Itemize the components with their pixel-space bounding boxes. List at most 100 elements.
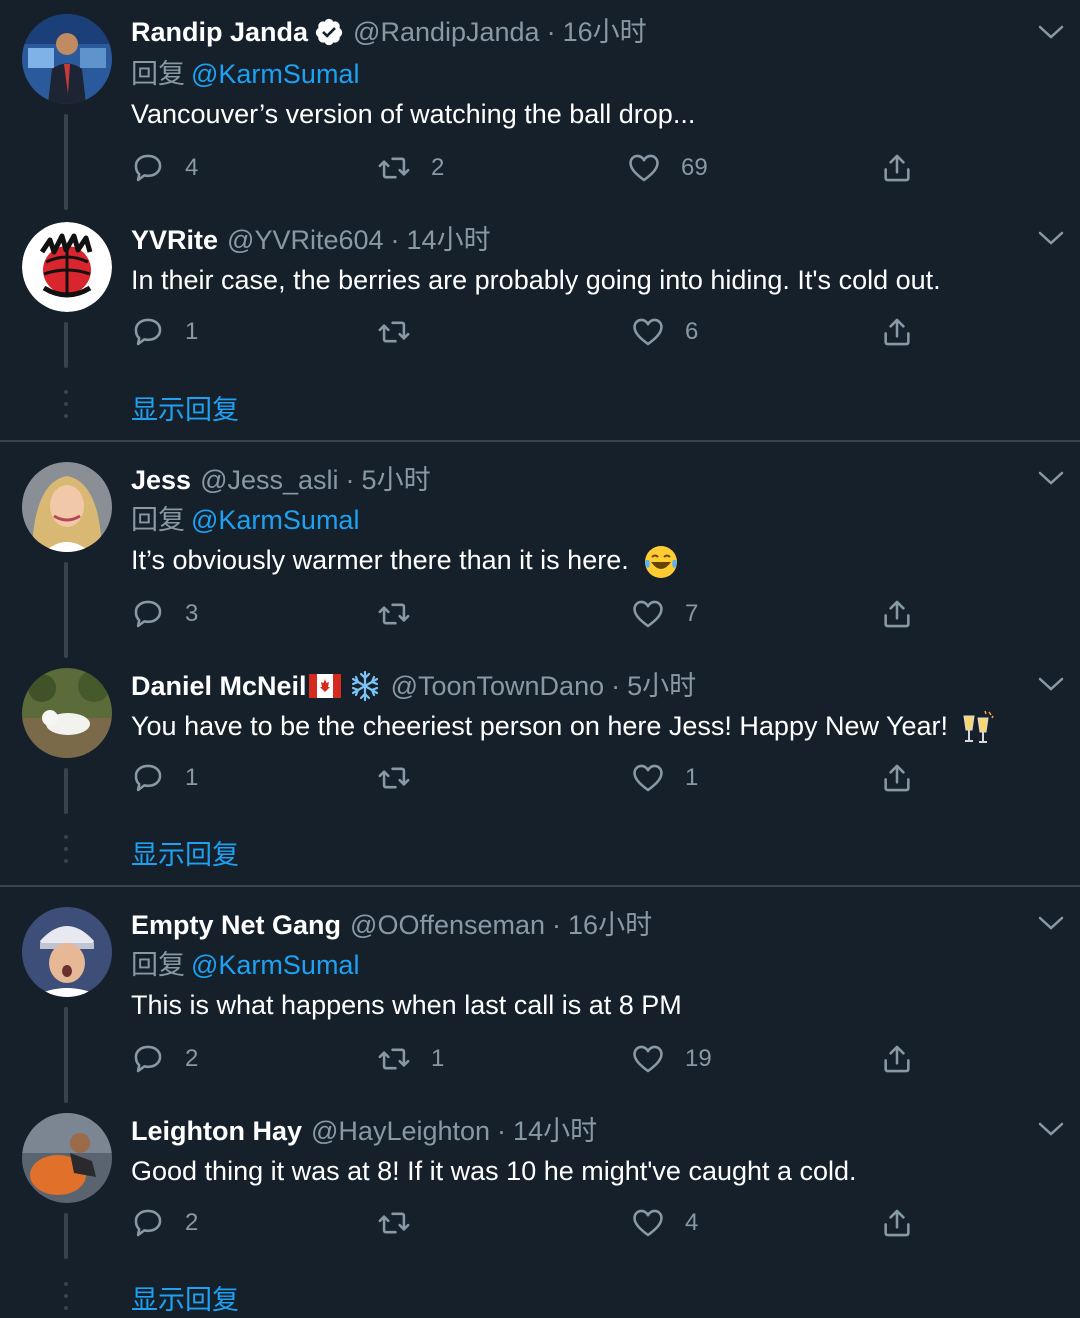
reply-count: 2 [185,1045,199,1072]
retweet-button[interactable]: 1 [377,1039,444,1079]
tweet[interactable]: Randip Janda @RandipJanda · 16小时 回复 @Karm… [0,0,1080,210]
heart-icon [633,1045,663,1073]
like-button[interactable]: 69 [627,148,708,188]
tweet-header: Jess @Jess_asli · 5小时 [131,462,1020,498]
retweet-icon [378,1212,410,1234]
reply-button[interactable]: 4 [131,148,198,188]
share-button[interactable] [880,148,914,188]
timestamp[interactable]: 14小时 [513,1113,597,1149]
timestamp[interactable]: 5小时 [627,668,696,704]
retweet-button[interactable] [377,758,431,798]
share-icon [884,154,910,182]
avatar[interactable] [22,1113,112,1203]
share-button[interactable] [880,312,914,352]
display-name[interactable]: Leighton Hay [131,1113,302,1149]
tweet-header: Daniel McNeil @ToonTownDano · 5小时 [131,668,1040,704]
reply-button[interactable]: 1 [131,758,198,798]
tweet-actions: 1 6 [131,312,931,352]
chevron-down-icon[interactable] [1036,674,1066,694]
handle[interactable]: @OOffenseman [350,907,545,943]
reply-button[interactable]: 2 [131,1039,198,1079]
timestamp[interactable]: 16小时 [563,14,647,50]
display-name[interactable]: Daniel McNeil [131,668,307,704]
heart-icon [629,154,659,182]
reply-button[interactable]: 3 [131,594,198,634]
reply-prefix: 回复 [131,59,185,89]
retweet-icon [378,603,410,625]
avatar[interactable] [22,907,112,997]
like-count: 69 [681,154,708,181]
reply-context: 回复 @KarmSumal [131,500,1020,540]
tweet-text: You have to be the cheeriest person on h… [131,711,949,741]
avatar[interactable] [22,462,112,552]
avatar[interactable] [22,668,112,758]
heart-icon [633,1209,663,1237]
display-name[interactable]: Empty Net Gang [131,907,341,943]
mention-link[interactable]: @KarmSumal [191,505,359,535]
thread-connector [64,1213,68,1259]
tweet-text-row: It’s obviously warmer there than it is h… [131,540,1020,580]
reply-icon [134,1045,162,1073]
display-name[interactable]: YVRite [131,222,218,258]
mention-link[interactable]: @KarmSumal [191,950,359,980]
tweet-content: Daniel McNeil @ToonTownDano · 5小时 You ha… [131,668,1040,746]
retweet-icon [378,767,410,789]
share-button[interactable] [880,1039,914,1079]
handle[interactable]: @ToonTownDano [391,668,605,704]
handle[interactable]: @Jess_asli [200,462,338,498]
share-button[interactable] [880,1203,914,1243]
show-replies-link[interactable]: 显示回复 [131,1278,239,1317]
reply-count: 4 [185,154,199,181]
retweet-count: 1 [431,1045,445,1072]
share-icon [884,764,910,792]
tweet[interactable]: Daniel McNeil @ToonTownDano · 5小时 You ha… [0,656,1080,814]
snowflake-icon [351,670,378,702]
tweet-content: Empty Net Gang @OOffenseman · 16小时 回复 @Ka… [131,907,1020,1025]
share-button[interactable] [880,594,914,634]
chevron-down-icon[interactable] [1036,468,1066,488]
reply-icon [134,764,162,792]
retweet-icon [378,157,410,179]
chevron-down-icon[interactable] [1036,228,1066,248]
tweet-actions: 2 1 19 [131,1039,931,1079]
retweet-button[interactable] [377,312,431,352]
chevron-down-icon[interactable] [1036,22,1066,42]
handle[interactable]: @YVRite604 [227,222,384,258]
display-name[interactable]: Jess [131,462,191,498]
like-button[interactable]: 19 [631,1039,712,1079]
reply-icon [134,154,162,182]
share-button[interactable] [880,758,914,798]
show-replies-link[interactable]: 显示回复 [131,388,239,427]
display-name[interactable]: Randip Janda [131,14,308,50]
timestamp[interactable]: 14小时 [407,222,491,258]
avatar[interactable] [22,222,112,312]
retweet-button[interactable] [377,1203,431,1243]
show-replies-link[interactable]: 显示回复 [131,833,239,872]
timestamp[interactable]: 5小时 [362,462,431,498]
chevron-down-icon[interactable] [1036,1119,1066,1139]
tweet-text: Vancouver’s version of watching the ball… [131,99,696,129]
reply-button[interactable]: 1 [131,312,198,352]
handle[interactable]: @RandipJanda [353,14,540,50]
like-button[interactable]: 4 [631,1203,698,1243]
thread-dots [64,835,68,871]
like-button[interactable]: 6 [631,312,698,352]
reply-button[interactable]: 2 [131,1203,198,1243]
reply-count: 2 [185,1209,199,1236]
handle[interactable]: @HayLeighton [311,1113,490,1149]
tweet[interactable]: YVRite @YVRite604 · 14小时 In their case, … [0,210,1080,368]
mention-link[interactable]: @KarmSumal [191,59,359,89]
separator-dot: · [546,17,556,47]
avatar[interactable] [22,14,112,104]
tweet[interactable]: Leighton Hay @HayLeighton · 14小时 Good th… [0,1101,1080,1259]
retweet-button[interactable]: 2 [377,148,444,188]
tweet[interactable]: Jess @Jess_asli · 5小时 回复 @KarmSumal It’s … [0,450,1080,658]
timestamp[interactable]: 16小时 [568,907,652,943]
like-button[interactable]: 1 [631,758,698,798]
like-button[interactable]: 7 [631,594,698,634]
chevron-down-icon[interactable] [1036,913,1066,933]
tweet[interactable]: Empty Net Gang @OOffenseman · 16小时 回复 @Ka… [0,895,1080,1103]
retweet-icon [378,321,410,343]
tweet-content: YVRite @YVRite604 · 14小时 In their case, … [131,222,1020,300]
retweet-button[interactable] [377,594,431,634]
